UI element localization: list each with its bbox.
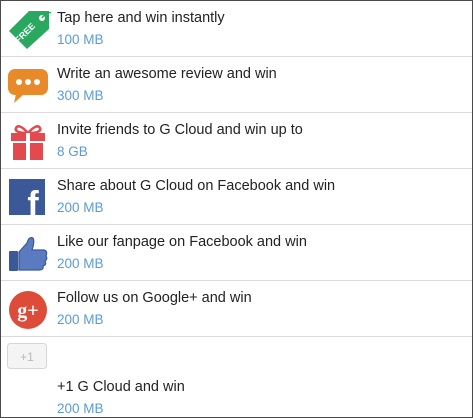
offer-title: Like our fanpage on Facebook and win: [57, 234, 307, 250]
offer-row-review[interactable]: Write an awesome review and win 300 MB: [1, 57, 472, 113]
offer-row-google-plus[interactable]: g+ Follow us on Google+ and win 200 MB: [1, 281, 472, 337]
plus-one-glyph: +1: [20, 350, 34, 364]
offer-title: +1 G Cloud and win: [57, 379, 185, 395]
offer-title: Follow us on Google+ and win: [57, 290, 252, 306]
offer-reward: 8 GB: [57, 144, 88, 159]
offer-reward: 100 MB: [57, 32, 104, 47]
facebook-icon: f: [7, 177, 49, 217]
free-tag-icon: FREE: [7, 9, 51, 49]
offer-reward: 200 MB: [57, 200, 104, 215]
facebook-glyph: f: [27, 185, 39, 217]
offer-title: Invite friends to G Cloud and win up to: [57, 122, 303, 138]
offer-title: Write an awesome review and win: [57, 66, 277, 82]
offer-row-facebook-share[interactable]: f Share about G Cloud on Facebook and wi…: [1, 169, 472, 225]
offer-reward: 200 MB: [57, 312, 104, 327]
offer-reward: 300 MB: [57, 88, 104, 103]
google-plus-glyph: g+: [17, 300, 38, 322]
offer-reward: 200 MB: [57, 401, 104, 416]
offer-row-facebook-like[interactable]: Like our fanpage on Facebook and win 200…: [1, 225, 472, 281]
offer-title: Tap here and win instantly: [57, 10, 225, 26]
offer-row-invite[interactable]: Invite friends to G Cloud and win up to …: [1, 113, 472, 169]
plus-one-icon: +1: [7, 343, 47, 369]
offer-row-plus-one[interactable]: +1 +1 G Cloud and win 200 MB: [1, 337, 472, 417]
chat-bubble-icon: [7, 65, 49, 105]
offers-list: FREE Tap here and win instantly 100 MB W…: [0, 0, 473, 418]
gift-icon: [7, 121, 49, 161]
google-plus-icon: g+: [7, 289, 49, 329]
offer-row-tap-win[interactable]: FREE Tap here and win instantly 100 MB: [1, 1, 472, 57]
offer-title: Share about G Cloud on Facebook and win: [57, 178, 336, 194]
thumbs-up-icon: [7, 233, 49, 273]
offer-reward: 200 MB: [57, 256, 104, 271]
